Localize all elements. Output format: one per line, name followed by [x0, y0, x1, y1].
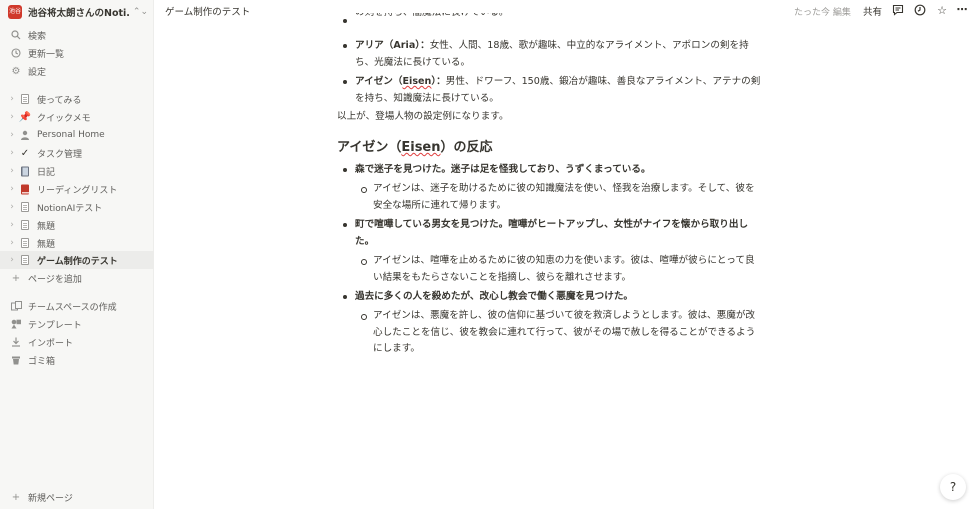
sidebar-page-7[interactable]: › 無題 [0, 216, 154, 234]
page-icon [19, 219, 31, 231]
add-page-button[interactable]: + ページを追加 [0, 269, 154, 287]
response-1: アイゼンは、迷子を助けるために彼の知識魔法を使い、怪我を治療します。そして、彼を… [337, 181, 787, 214]
sidebar-item-label: クイックメモ [37, 113, 91, 124]
search-icon [10, 29, 22, 41]
add-page-label: ページを追加 [28, 274, 82, 285]
chevron-right-icon[interactable]: › [8, 94, 16, 104]
sidebar-page-9[interactable]: › ゲーム制作のテスト [0, 251, 154, 269]
plus-icon: + [11, 272, 21, 284]
sidebar-item-label: 更新一覧 [28, 49, 65, 60]
import-icon [10, 336, 22, 348]
sidebar-item-label: 無題 [37, 221, 56, 232]
character-name: アイゼン（Eisen）： [355, 76, 446, 87]
sidebar-page-2[interactable]: › Personal Home [0, 126, 154, 144]
chevron-right-icon[interactable]: › [8, 184, 16, 194]
chevron-right-icon[interactable]: › [8, 220, 16, 230]
gear-icon: ⚙ [11, 65, 21, 77]
clock-icon [10, 47, 22, 59]
template-icon [10, 318, 22, 330]
sidebar-page-4[interactable]: › 日記 [0, 162, 154, 180]
edited-status: たった今 編集 [794, 8, 851, 18]
sidebar-item-label: 日記 [37, 167, 56, 178]
plus-icon: + [11, 491, 21, 503]
sidebar-item-label: タスク管理 [37, 149, 83, 160]
sidebar-item-label: インポート [28, 338, 74, 349]
section-heading: アイゼン（Eisen）の反応 [337, 140, 493, 155]
sidebar-item-trash[interactable]: ゴミ箱 [0, 351, 154, 369]
sidebar-item-label: 検索 [28, 31, 47, 42]
page-icon [19, 237, 31, 249]
person-icon [19, 129, 31, 141]
character-desc-cont: を持ち、知識魔法に長けている。 [355, 92, 499, 104]
sidebar-item-label: チームスペースの作成 [28, 302, 117, 313]
chevron-right-icon[interactable]: › [8, 166, 16, 176]
chevron-right-icon[interactable]: › [8, 112, 16, 122]
sidebar-item-templates[interactable]: テンプレート [0, 315, 154, 333]
sidebar-item-label: 使ってみる [37, 95, 82, 106]
list-item-aria: アリア（Aria）：女性、人間、18歳、歌が趣味、中立的なアライメント、アポロン… [337, 38, 787, 71]
sidebar-page-1[interactable]: › 📌 クイックメモ [0, 108, 154, 126]
character-desc: 男性、ドワーフ、150歳、鍛冶が趣味、善良なアライメント、アテナの剣 [445, 76, 761, 87]
clipped-line: の剣を持ち、闇魔法に長けている。 [355, 13, 787, 22]
notion-app: 池谷 池谷将太朗さんのNoti... ⌃⌄ 検索 更新一覧 ⚙ 設定 › 使って… [0, 0, 970, 509]
sidebar-page-6[interactable]: › NotionAIテスト [0, 198, 154, 216]
summary-text: 以上が、登場人物の設定例になります。 [337, 111, 509, 122]
chevron-right-icon[interactable]: › [8, 202, 16, 212]
sidebar-page-5[interactable]: › リーディングリスト [0, 180, 154, 198]
workspace-badge: 池谷 [8, 5, 22, 19]
sidebar-item-label: 無題 [37, 239, 56, 250]
sidebar-item-search[interactable]: 検索 [0, 26, 154, 44]
star-icon[interactable]: ☆ [935, 3, 949, 17]
sidebar-item-updates[interactable]: 更新一覧 [0, 44, 154, 62]
workspace-name: 池谷将太朗さんのNoti... [28, 8, 129, 19]
sidebar-item-label: Personal Home [37, 130, 105, 140]
response-3: アイゼンは、悪魔を許し、彼の信仰に基づいて彼を救済しようとします。彼は、悪魔が改… [337, 308, 787, 358]
scenario-3: 過去に多くの人を殺めたが、改心し教会で働く悪魔を見つけた。 [337, 289, 787, 306]
trash-icon [10, 354, 22, 366]
checkmark-icon: ✓ [20, 147, 30, 159]
book-icon [19, 183, 31, 195]
sidebar-item-label: ゴミ箱 [28, 356, 56, 367]
character-name: アリア（Aria）： [355, 40, 430, 51]
new-page-label: 新規ページ [28, 493, 73, 504]
sidebar-item-import[interactable]: インポート [0, 333, 154, 351]
workspace-switcher[interactable]: 池谷 池谷将太朗さんのNoti... ⌃⌄ [8, 3, 148, 21]
history-icon[interactable] [913, 3, 927, 17]
page-icon [19, 201, 31, 213]
chevron-right-icon[interactable]: › [8, 255, 16, 265]
teamspace-icon [10, 300, 22, 312]
scenario-2: 町で喧嘩している男女を見つけた。喧嘩がヒートアップし、女性がナイフを懐から取り出… [337, 217, 787, 250]
response-2: アイゼンは、喧嘩を止めるために彼の知恵の力を使います。彼は、喧嘩が彼らにとって良… [337, 253, 787, 286]
sidebar-item-label: NotionAIテスト [37, 203, 103, 214]
help-button[interactable]: ? [940, 474, 966, 500]
sidebar-item-label: リーディングリスト [37, 185, 118, 196]
notebook-icon [19, 165, 31, 177]
comment-icon[interactable] [891, 3, 905, 17]
sidebar-item-settings[interactable]: ⚙ 設定 [0, 62, 154, 80]
pin-icon: 📌 [18, 111, 32, 123]
list-item-eisen: アイゼン（Eisen）：男性、ドワーフ、150歳、鍛冶が趣味、善良なアライメント… [337, 74, 787, 107]
sidebar-page-0[interactable]: › 使ってみる [0, 90, 154, 108]
sidebar-item-label: 設定 [28, 67, 47, 78]
sidebar-item-label: テンプレート [28, 320, 82, 331]
character-desc-cont: ち、光魔法に長けている。 [355, 56, 471, 68]
chevron-right-icon[interactable]: › [8, 238, 16, 248]
sidebar: 池谷 池谷将太朗さんのNoti... ⌃⌄ 検索 更新一覧 ⚙ 設定 › 使って… [0, 0, 154, 509]
chevron-right-icon[interactable]: › [8, 130, 16, 140]
page-icon [19, 93, 31, 105]
list-item-clipped: の剣を持ち、闇魔法に長けている。 [337, 13, 787, 23]
sidebar-item-create-teamspace[interactable]: チームスペースの作成 [0, 297, 154, 315]
chevron-right-icon[interactable]: › [8, 148, 16, 158]
sidebar-page-3[interactable]: › ✓ タスク管理 [0, 144, 154, 162]
breadcrumb[interactable]: ゲーム制作のテスト [165, 4, 250, 18]
character-desc: 女性、人間、18歳、歌が趣味、中立的なアライメント、アポロンの剣を持 [429, 40, 749, 51]
sidebar-page-8[interactable]: › 無題 [0, 234, 154, 252]
share-button[interactable]: 共有 [863, 4, 882, 18]
chevron-updown-icon: ⌃⌄ [132, 7, 148, 17]
sidebar-item-label: ゲーム制作のテスト [37, 256, 118, 267]
new-page-button[interactable]: + 新規ページ [0, 488, 154, 506]
page-icon [19, 254, 31, 266]
more-options-icon[interactable]: ⋯ [955, 2, 969, 16]
scenario-1: 森で迷子を見つけた。迷子は足を怪我しており、うずくまっている。 [337, 162, 787, 179]
